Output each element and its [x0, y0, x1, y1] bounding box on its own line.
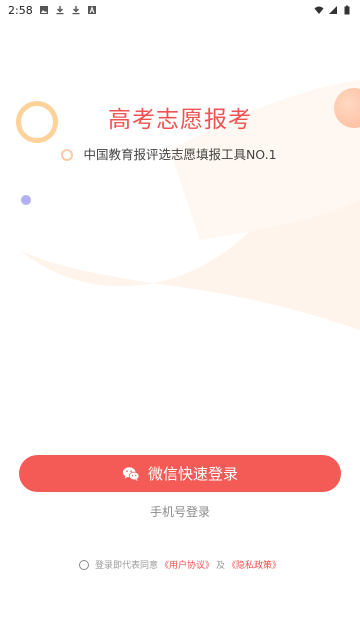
- download-icon: [55, 5, 65, 15]
- status-right: [314, 5, 352, 15]
- status-bar: 2:58: [0, 0, 360, 20]
- signal-icon: [328, 5, 338, 15]
- app-subtitle: 中国教育报评选志愿填报工具NO.1: [83, 147, 277, 162]
- status-time: 2:58: [8, 3, 33, 17]
- status-left: 2:58: [8, 4, 97, 17]
- agreement-and: 及: [216, 561, 226, 571]
- user-agreement-link[interactable]: 《用户协议》: [160, 558, 214, 571]
- wechat-login-button[interactable]: 微信快速登录: [19, 455, 341, 492]
- privacy-policy-link[interactable]: 《隐私政策》: [227, 558, 281, 571]
- image-icon: [39, 5, 49, 15]
- wifi-icon: [314, 5, 324, 15]
- wechat-login-label: 微信快速登录: [147, 465, 238, 483]
- wechat-icon: [122, 465, 140, 483]
- app-title: 高考志愿报考: [108, 107, 252, 133]
- app-a-icon: [87, 5, 97, 15]
- battery-icon: [342, 5, 352, 15]
- agreement-row: 登录即代表同意 《用户协议》 及 《隐私政策》: [0, 558, 360, 571]
- agreement-checkbox[interactable]: [78, 559, 89, 570]
- decorative-dot: [21, 195, 31, 205]
- agreement-prefix: 登录即代表同意: [94, 561, 158, 571]
- phone-login-link[interactable]: 手机号登录: [0, 503, 360, 520]
- background-wave: [20, 80, 360, 330]
- download-icon: [71, 5, 81, 15]
